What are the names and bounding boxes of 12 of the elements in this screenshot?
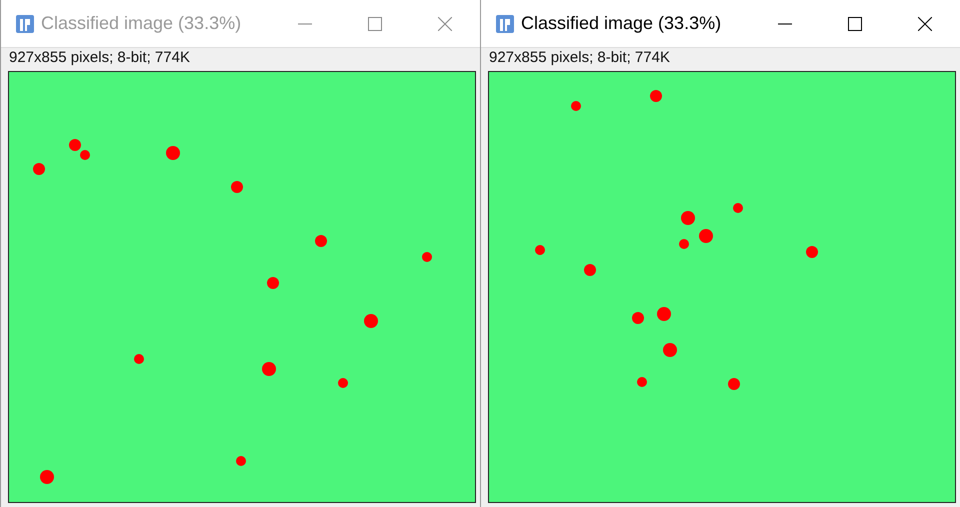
close-icon	[918, 16, 932, 30]
minimize-icon	[778, 22, 792, 24]
image-info: 927x855 pixels; 8-bit; 774K	[488, 48, 671, 68]
image-info: 927x855 pixels; 8-bit; 774K	[8, 48, 191, 68]
app-logo-icon	[495, 14, 515, 34]
window-title: Classified image (33.3%)	[41, 13, 242, 34]
app-logo-icon	[15, 14, 35, 34]
window-title: Classified image (33.3%)	[521, 13, 722, 34]
minimize-icon	[298, 22, 312, 24]
maximize-icon	[848, 16, 862, 30]
close-icon	[438, 16, 452, 30]
maximize-icon	[368, 16, 382, 30]
